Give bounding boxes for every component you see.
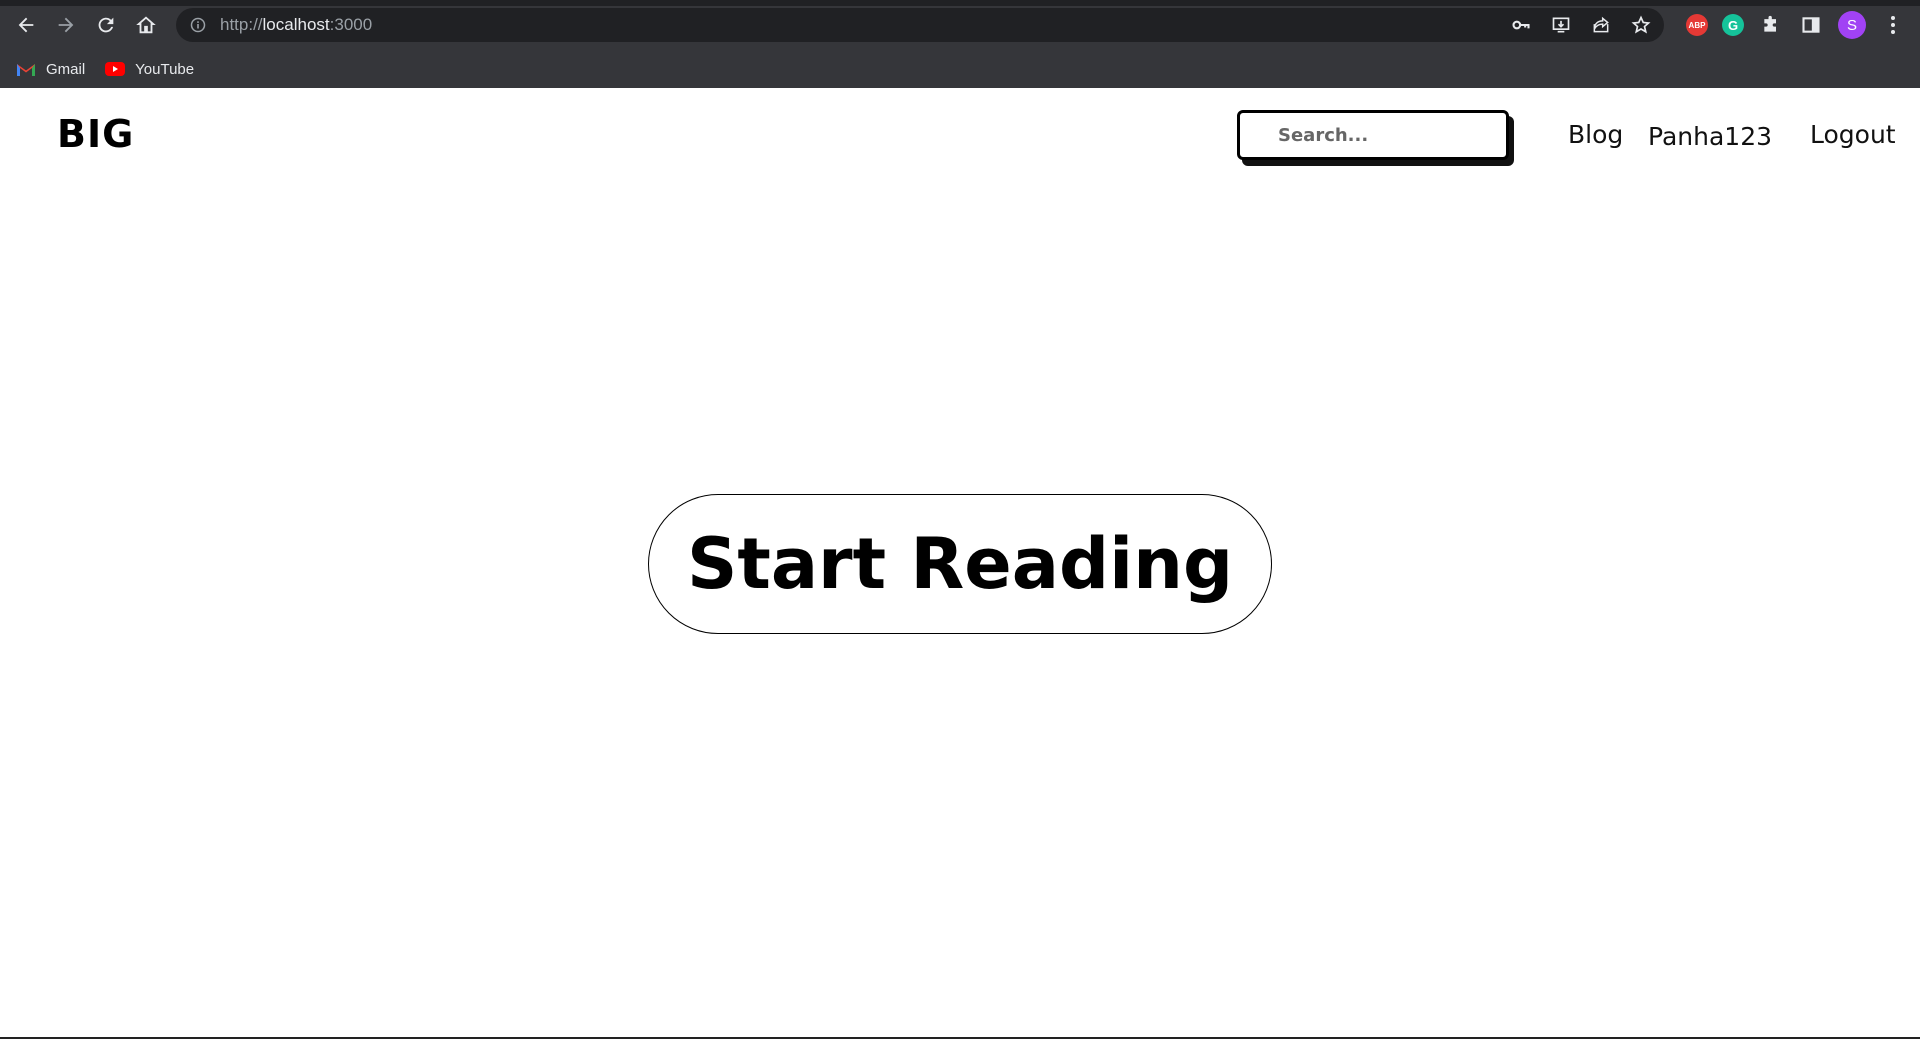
- profile-avatar[interactable]: S: [1838, 11, 1866, 39]
- search-input[interactable]: [1237, 110, 1509, 160]
- nav-user-link[interactable]: Panha123: [1648, 122, 1772, 151]
- reload-icon: [98, 17, 114, 33]
- kebab-menu-icon[interactable]: [1880, 12, 1906, 38]
- home-button[interactable]: [126, 5, 166, 45]
- puzzle-icon[interactable]: [1758, 12, 1784, 38]
- url-host: localhost: [262, 15, 330, 34]
- home-icon: [136, 16, 156, 34]
- star-icon[interactable]: [1628, 12, 1654, 38]
- tab-strip: [0, 0, 1920, 6]
- side-panel-icon[interactable]: [1798, 12, 1824, 38]
- url-text: http://localhost:3000: [220, 15, 372, 35]
- share-icon[interactable]: [1588, 12, 1614, 38]
- nav-logout-link[interactable]: Logout: [1810, 120, 1896, 149]
- grammarly-extension-icon[interactable]: G: [1722, 14, 1744, 36]
- url-port: :3000: [329, 15, 373, 34]
- bookmark-label: Gmail: [46, 60, 86, 78]
- key-icon[interactable]: [1508, 12, 1534, 38]
- bookmark-gmail[interactable]: Gmail: [16, 61, 85, 78]
- arrow-left-icon: [18, 17, 34, 33]
- forward-button[interactable]: [46, 5, 86, 45]
- url-scheme: http://: [220, 15, 263, 34]
- site-logo[interactable]: BIG: [57, 112, 134, 156]
- info-icon[interactable]: [188, 15, 208, 35]
- arrow-right-icon: [58, 17, 74, 33]
- gmail-icon: [16, 62, 36, 77]
- back-button[interactable]: [6, 5, 46, 45]
- browser-toolbar: http://localhost:3000 ABP G S: [0, 0, 1920, 50]
- nav-blog-link[interactable]: Blog: [1568, 120, 1623, 149]
- bookmark-label: YouTube: [135, 60, 195, 78]
- start-reading-button[interactable]: Start Reading: [648, 494, 1272, 634]
- adblock-extension-icon[interactable]: ABP: [1686, 14, 1708, 36]
- bookmark-youtube[interactable]: YouTube: [105, 61, 194, 78]
- search-box: [1237, 110, 1514, 166]
- bookmarks-bar: Gmail YouTube: [0, 50, 1920, 88]
- youtube-icon: [105, 62, 126, 77]
- web-page: BIG Blog Panha123 Logout Start Reading: [0, 88, 1920, 1039]
- reload-button[interactable]: [86, 5, 126, 45]
- install-icon[interactable]: [1548, 12, 1574, 38]
- address-bar[interactable]: http://localhost:3000: [176, 8, 1664, 42]
